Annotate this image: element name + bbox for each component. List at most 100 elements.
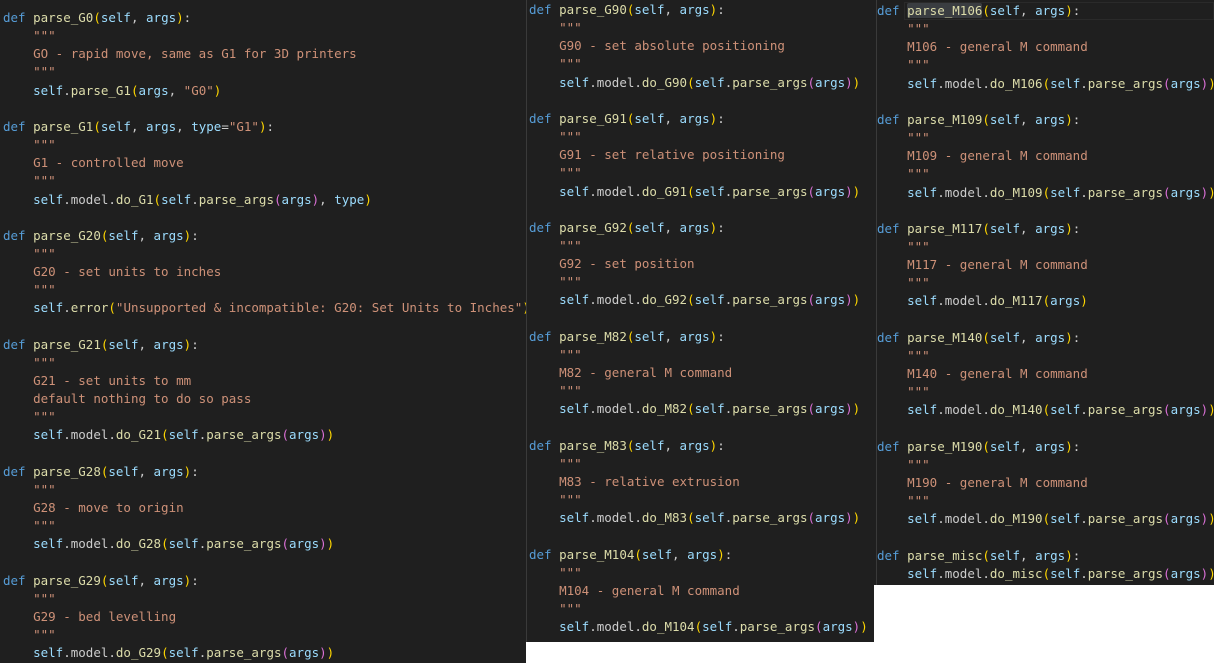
code-line[interactable]: def parse_M83(self, args): xyxy=(529,437,725,455)
code-line[interactable]: """ xyxy=(3,172,56,190)
code-line[interactable]: def parse_G28(self, args): xyxy=(3,463,199,481)
code-line[interactable]: self.model.do_M109(self.parse_args(args)… xyxy=(877,184,1214,202)
code-line[interactable]: def parse_M140(self, args): xyxy=(877,329,1080,347)
code-line[interactable]: def parse_G92(self, args): xyxy=(529,219,725,237)
code-line[interactable]: self.model.do_G29(self.parse_args(args)) xyxy=(3,644,334,662)
code-line[interactable]: M82 - general M command xyxy=(529,364,732,382)
code-line[interactable]: def parse_misc(self, args): xyxy=(877,547,1080,565)
code-line[interactable]: """ xyxy=(877,56,930,74)
code-line[interactable]: """ xyxy=(529,164,582,182)
code-line[interactable]: def parse_G1(self, args, type="G1"): xyxy=(3,118,274,136)
code-line[interactable]: """ xyxy=(877,456,930,474)
string-token: """ xyxy=(33,518,56,534)
code-line[interactable]: def parse_M109(self, args): xyxy=(877,111,1080,129)
code-line[interactable]: """ xyxy=(3,408,56,426)
code-line[interactable]: M109 - general M command xyxy=(877,147,1088,165)
code-line[interactable]: """ xyxy=(3,281,56,299)
code-line[interactable]: """ xyxy=(3,481,56,499)
code-line[interactable]: G90 - set absolute positioning xyxy=(529,37,785,55)
code-line[interactable]: """ xyxy=(529,237,582,255)
code-line[interactable]: M104 - general M command xyxy=(529,582,740,600)
code-line[interactable]: """ xyxy=(3,626,56,644)
code-line[interactable]: """ xyxy=(3,27,56,45)
code-line[interactable]: self.model.do_M104(self.parse_args(args)… xyxy=(529,618,868,636)
code-line[interactable]: def parse_G29(self, args): xyxy=(3,572,199,590)
code-line[interactable]: self.model.do_M83(self.parse_args(args)) xyxy=(529,509,860,527)
code-line[interactable]: """ xyxy=(877,347,930,365)
code-line[interactable]: """ xyxy=(529,455,582,473)
code-line[interactable]: """ xyxy=(3,245,56,263)
code-line[interactable]: def parse_G21(self, args): xyxy=(3,336,199,354)
code-line[interactable]: self.error("Unsupported & incompatible: … xyxy=(3,299,526,317)
parameter-token: args xyxy=(679,328,710,344)
code-line[interactable]: self.model.do_M117(args) xyxy=(877,292,1088,310)
code-line[interactable]: default nothing to do so pass xyxy=(3,390,251,408)
code-line[interactable]: G1 - controlled move xyxy=(3,154,184,172)
code-line[interactable]: M106 - general M command xyxy=(877,38,1088,56)
bracket-token: ) xyxy=(319,645,327,661)
code-line[interactable]: self.model.do_misc(self.parse_args(args)… xyxy=(877,565,1214,583)
code-line[interactable]: """ xyxy=(3,63,56,81)
code-line[interactable]: self.model.do_M190(self.parse_args(args)… xyxy=(877,510,1214,528)
code-line[interactable]: """ xyxy=(529,564,582,582)
function-name-token: parse_args xyxy=(206,645,282,661)
code-line[interactable]: def parse_G0(self, args): xyxy=(3,9,191,27)
code-line[interactable]: """ xyxy=(529,273,582,291)
code-line[interactable]: def parse_G90(self, args): xyxy=(529,1,725,19)
code-line[interactable]: G21 - set units to mm xyxy=(3,372,191,390)
function-name-token: parse_args xyxy=(1087,511,1164,527)
code-line[interactable]: M190 - general M command xyxy=(877,474,1088,492)
code-pane-middle[interactable]: def parse_G90(self, args): """ G90 - set… xyxy=(526,0,874,642)
code-line[interactable]: M140 - general M command xyxy=(877,365,1088,383)
code-line[interactable]: """ xyxy=(877,383,930,401)
code-line[interactable]: G29 - bed levelling xyxy=(3,608,176,626)
code-line[interactable]: """ xyxy=(3,136,56,154)
code-line[interactable]: self.model.do_G1(self.parse_args(args), … xyxy=(3,191,372,209)
code-line[interactable]: def parse_G91(self, args): xyxy=(529,110,725,128)
code-line[interactable]: self.model.do_M106(self.parse_args(args)… xyxy=(877,75,1214,93)
code-line[interactable]: """ xyxy=(529,128,582,146)
code-pane-right[interactable]: def parse_M106(self, args): """ M106 - g… xyxy=(874,0,1214,585)
code-line[interactable]: G28 - move to origin xyxy=(3,499,184,517)
code-line[interactable]: self.model.do_G28(self.parse_args(args)) xyxy=(3,535,334,553)
code-line[interactable]: self.model.do_G21(self.parse_args(args)) xyxy=(3,426,334,444)
code-line[interactable]: """ xyxy=(529,382,582,400)
code-line[interactable]: G91 - set relative positioning xyxy=(529,146,785,164)
code-line[interactable]: def parse_M104(self, args): xyxy=(529,546,732,564)
code-line[interactable]: """ xyxy=(529,346,582,364)
code-line[interactable]: """ xyxy=(3,590,56,608)
code-line[interactable]: G20 - set units to inches xyxy=(3,263,221,281)
code-line[interactable]: def parse_M117(self, args): xyxy=(877,220,1080,238)
string-token: M106 - general M command xyxy=(907,39,1088,55)
code-line[interactable]: """ xyxy=(529,491,582,509)
code-pane-left[interactable]: def parse_G0(self, args): """ GO - rapid… xyxy=(0,0,526,663)
code-line[interactable]: def parse_G20(self, args): xyxy=(3,227,199,245)
code-line[interactable]: M117 - general M command xyxy=(877,256,1088,274)
code-line[interactable]: """ xyxy=(877,492,930,510)
code-line[interactable]: """ xyxy=(877,274,930,292)
code-line[interactable]: def parse_M190(self, args): xyxy=(877,438,1080,456)
code-line[interactable]: self.model.do_G92(self.parse_args(args)) xyxy=(529,291,860,309)
code-line[interactable]: G92 - set position xyxy=(529,255,694,273)
code-line[interactable]: self.model.do_M140(self.parse_args(args)… xyxy=(877,401,1214,419)
code-line[interactable]: GO - rapid move, same as G1 for 3D print… xyxy=(3,45,357,63)
self-token: self xyxy=(694,401,725,417)
code-line[interactable]: self.model.do_M82(self.parse_args(args)) xyxy=(529,400,860,418)
code-line[interactable]: """ xyxy=(877,238,930,256)
code-line[interactable]: M83 - relative extrusion xyxy=(529,473,740,491)
code-line[interactable]: """ xyxy=(529,55,582,73)
code-line[interactable]: """ xyxy=(877,129,930,147)
code-line[interactable]: """ xyxy=(877,20,930,38)
string-token: """ xyxy=(559,165,582,181)
code-line[interactable]: """ xyxy=(877,165,930,183)
code-line[interactable]: """ xyxy=(529,600,582,618)
code-line[interactable]: self.parse_G1(args, "G0") xyxy=(3,82,221,100)
code-line[interactable]: """ xyxy=(3,354,56,372)
code-line[interactable]: self.model.do_G90(self.parse_args(args)) xyxy=(529,74,860,92)
code-line[interactable]: def parse_M82(self, args): xyxy=(529,328,725,346)
code-line[interactable]: def parse_M106(self, args): xyxy=(877,2,1080,20)
code-line[interactable]: self.model.do_G91(self.parse_args(args)) xyxy=(529,183,860,201)
code-line[interactable]: """ xyxy=(529,19,582,37)
code-line[interactable]: """ xyxy=(3,517,56,535)
